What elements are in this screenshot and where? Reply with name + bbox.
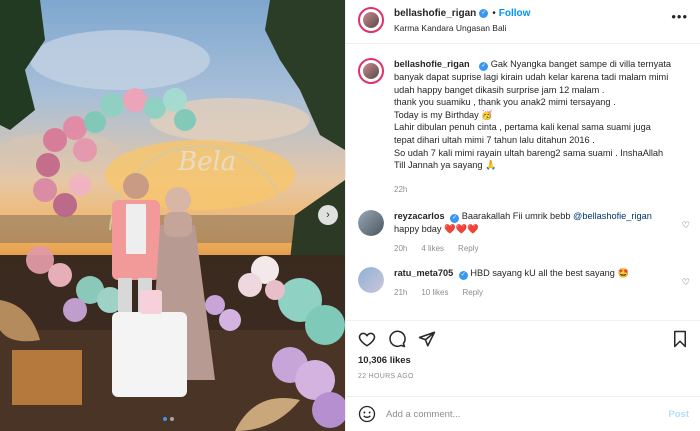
caption-line: banyak dapat suprise lagi kirain udah ke…	[394, 72, 669, 82]
caption-line: tepat dihari ultah mimi 7 tahun lalu dit…	[394, 134, 595, 145]
caption-time: 22h	[394, 184, 408, 194]
heart-icon[interactable]: ♡	[682, 220, 690, 231]
post-actions: 10,306 likes 22 HOURS AGO	[346, 320, 700, 380]
post-photo[interactable]: Bela ›	[0, 0, 345, 431]
bookmark-icon[interactable]	[671, 330, 689, 348]
comment-time: 21h	[394, 288, 408, 298]
post-button[interactable]: Post	[668, 409, 689, 420]
caption-line: thank you suamiku , thank you anak2 mimi…	[394, 97, 616, 108]
caption-line: Today is my Birthday 🥳	[394, 109, 493, 120]
verified-icon: ✓	[458, 271, 468, 281]
post-caption: bellashofie_rigan ✓ Gak Nyangka banget s…	[346, 44, 700, 196]
smile-icon[interactable]	[358, 405, 376, 423]
heart-icon[interactable]	[358, 330, 376, 348]
instagram-post-dialog: Bela › bellashofie_rigan ✓ • Follow Karm…	[0, 0, 700, 431]
comment-item: reyzacarlos ✓ Baarakallah Fii umrik bebb…	[346, 210, 700, 255]
likes-count[interactable]: 10,306 likes	[358, 355, 689, 366]
caption-line: udah happy banget dikasih surprise jam 1…	[394, 84, 605, 95]
post-side-panel: bellashofie_rigan ✓ • Follow Karma Kanda…	[345, 0, 700, 431]
comment-mention-link[interactable]: @bellashofie_rigan	[573, 211, 652, 221]
post-time-ago: 22 HOURS AGO	[358, 373, 414, 380]
share-icon[interactable]	[418, 330, 436, 348]
reply-button[interactable]: Reply	[462, 286, 482, 299]
avatar[interactable]	[358, 58, 384, 84]
comment-text: HBD sayang kU all the best sayang 🤩	[470, 268, 629, 279]
verified-icon: ✓	[479, 9, 489, 18]
caption-line: Till Jannah ya sayang 🙏	[394, 160, 497, 171]
caption-username[interactable]: bellashofie_rigan	[394, 59, 470, 69]
header-username[interactable]: bellashofie_rigan	[394, 8, 476, 19]
caption-line: Gak Nyangka banget sampe di villa ternya…	[490, 59, 671, 69]
comment-username[interactable]: reyzacarlos	[394, 211, 445, 221]
caption-line: Lahir dibulan penuh cinta , pertama kali…	[394, 122, 651, 133]
more-icon[interactable]: •••	[671, 9, 688, 24]
caption-line: So udah 7 kali mimi rayain ultah bareng2…	[394, 147, 664, 158]
photo-illustration: Bela	[0, 0, 345, 431]
carousel-dots	[163, 417, 174, 421]
avatar[interactable]	[358, 267, 384, 294]
location-link[interactable]: Karma Kandara Ungasan Bali	[394, 23, 530, 33]
add-comment-bar: Post	[346, 396, 700, 431]
verified-icon: ✓	[479, 62, 489, 71]
comment-time: 20h	[394, 244, 408, 254]
reply-button[interactable]: Reply	[458, 242, 478, 255]
comment-icon[interactable]	[388, 330, 406, 348]
comment-text-line2: happy bday ❤️❤️❤️	[394, 224, 479, 235]
chevron-right-icon[interactable]: ›	[318, 205, 338, 225]
comment-input[interactable]	[386, 408, 641, 420]
heart-icon[interactable]: ♡	[682, 277, 690, 288]
comment-likes[interactable]: 4 likes	[421, 242, 444, 255]
avatar[interactable]	[358, 7, 384, 33]
comment-likes[interactable]: 10 likes	[421, 286, 448, 299]
photo-sign-text: Bela	[177, 147, 236, 177]
comment-item: ratu_meta705 ✓ HBD sayang kU all the bes…	[346, 267, 700, 299]
post-header: bellashofie_rigan ✓ • Follow Karma Kanda…	[346, 0, 700, 44]
comment-text: Baarakallah Fii umrik bebb	[461, 211, 574, 222]
avatar[interactable]	[358, 210, 384, 237]
header-separator: •	[492, 8, 496, 19]
verified-icon: ✓	[450, 214, 460, 224]
carousel-dot	[163, 417, 167, 421]
follow-button[interactable]: Follow	[499, 8, 531, 19]
comment-username[interactable]: ratu_meta705	[394, 268, 453, 278]
carousel-dot	[170, 417, 174, 421]
